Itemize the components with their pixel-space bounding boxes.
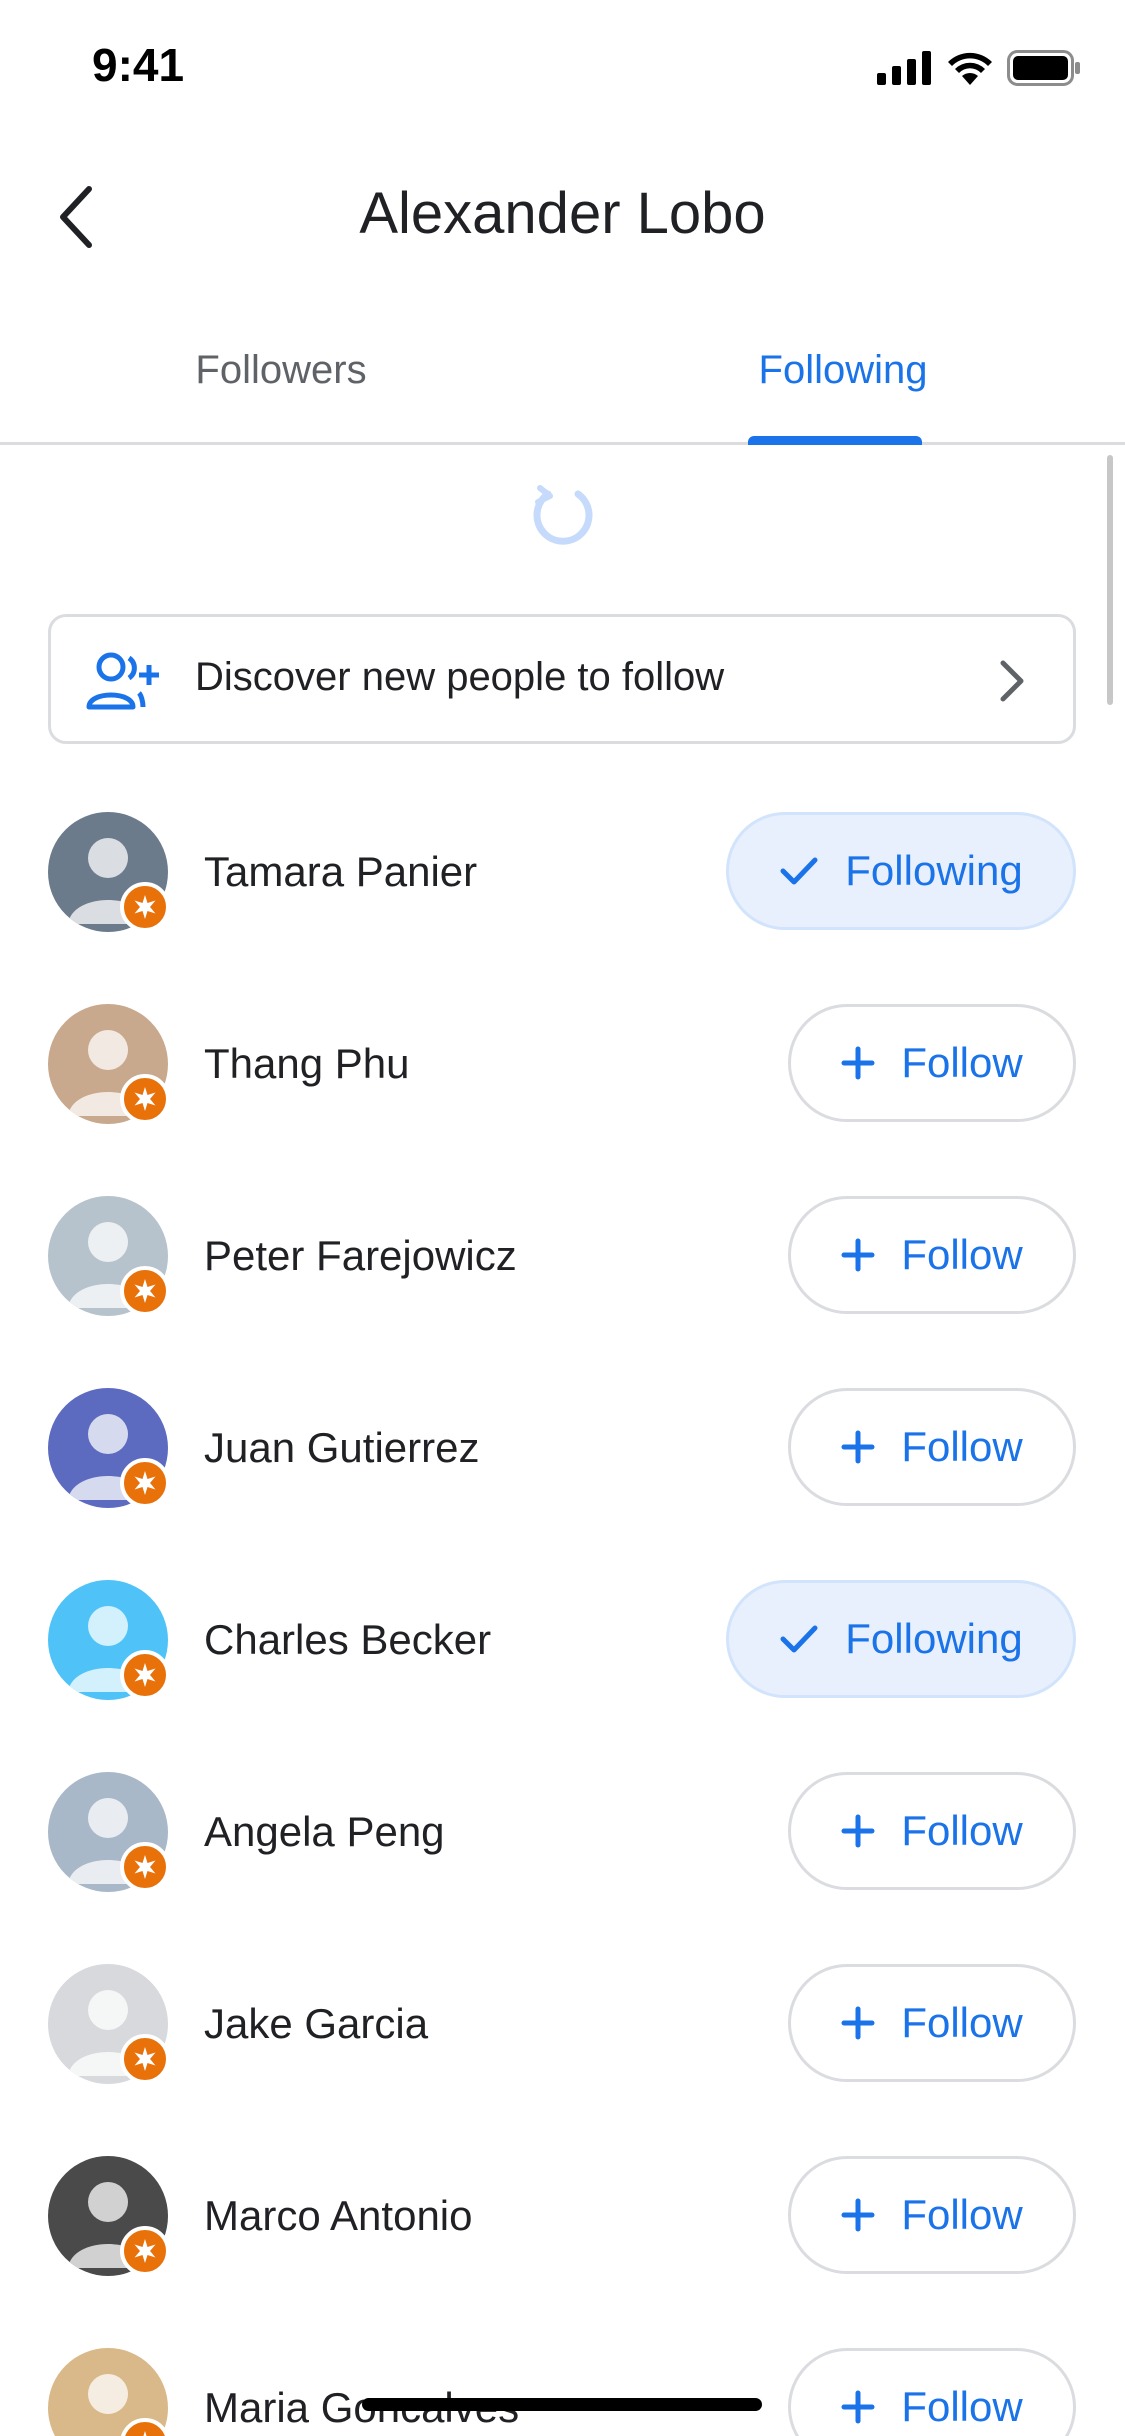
following-button[interactable]: Following <box>726 812 1076 930</box>
scrollbar[interactable] <box>1107 455 1113 705</box>
follow-button-label: Follow <box>901 1231 1023 1278</box>
person-name[interactable]: Peter Farejowicz <box>204 1232 517 1280</box>
local-guide-badge-icon <box>120 2226 170 2276</box>
person-name[interactable]: Marco Antonio <box>204 2192 473 2240</box>
follow-button[interactable]: Follow <box>788 2348 1076 2436</box>
plus-icon <box>841 2198 875 2232</box>
list-item[interactable]: Peter Farejowicz Follow <box>0 1192 1125 1322</box>
plus-icon <box>841 1814 875 1848</box>
follow-button[interactable]: Follow <box>788 1196 1076 1314</box>
discover-people-card[interactable]: Discover new people to follow <box>48 614 1076 744</box>
list-item[interactable]: Maria Goncalves Follow <box>0 2344 1125 2436</box>
status-icons <box>877 48 1081 88</box>
chevron-right-icon <box>1000 660 1024 702</box>
follow-button[interactable]: Follow <box>788 1964 1076 2082</box>
wifi-icon <box>948 52 992 85</box>
battery-icon <box>1007 50 1080 86</box>
follow-button-label: Follow <box>901 2191 1023 2238</box>
refresh-spinner-icon <box>533 485 593 545</box>
tab-followers[interactable]: Followers <box>0 330 562 442</box>
follow-button[interactable]: Follow <box>788 2156 1076 2274</box>
person-name[interactable]: Angela Peng <box>204 1808 445 1856</box>
plus-icon <box>841 1238 875 1272</box>
follow-button[interactable]: Follow <box>788 1772 1076 1890</box>
follow-button-label: Follow <box>901 1039 1023 1086</box>
local-guide-badge-icon <box>120 882 170 932</box>
add-person-icon <box>86 652 159 710</box>
person-name[interactable]: Jake Garcia <box>204 2000 428 2048</box>
local-guide-badge-icon <box>120 1842 170 1892</box>
list-item[interactable]: Jake Garcia Follow <box>0 1960 1125 2090</box>
follow-button-label: Follow <box>901 1423 1023 1470</box>
app-header: Alexander Lobo <box>0 160 1125 270</box>
tab-active-indicator <box>748 436 922 445</box>
list-item[interactable]: Charles Becker Following <box>0 1576 1125 1706</box>
home-indicator <box>362 2398 762 2411</box>
discover-label: Discover new people to follow <box>195 655 725 699</box>
plus-icon <box>841 2390 875 2424</box>
check-icon <box>780 1625 818 1653</box>
follow-button-label: Follow <box>901 1999 1023 2046</box>
cellular-signal-icon <box>877 51 931 85</box>
list-item[interactable]: Angela Peng Follow <box>0 1768 1125 1898</box>
follow-button[interactable]: Follow <box>788 1004 1076 1122</box>
follow-button-label: Follow <box>901 2383 1023 2430</box>
list-item[interactable]: Marco Antonio Follow <box>0 2152 1125 2282</box>
person-name[interactable]: Charles Becker <box>204 1616 491 1664</box>
check-icon <box>780 857 818 885</box>
follow-button-label: Follow <box>901 1807 1023 1854</box>
status-bar: 9:41 <box>0 0 1125 140</box>
list-item[interactable]: Thang Phu Follow <box>0 1000 1125 1130</box>
plus-icon <box>841 1046 875 1080</box>
local-guide-badge-icon <box>120 1074 170 1124</box>
following-button-label: Following <box>845 1615 1023 1662</box>
person-name[interactable]: Thang Phu <box>204 1040 410 1088</box>
following-button[interactable]: Following <box>726 1580 1076 1698</box>
list-item[interactable]: Tamara Panier Following <box>0 808 1125 938</box>
local-guide-badge-icon <box>120 2034 170 2084</box>
follow-button[interactable]: Follow <box>788 1388 1076 1506</box>
tab-following[interactable]: Following <box>562 330 1124 442</box>
local-guide-badge-icon <box>120 1266 170 1316</box>
plus-icon <box>841 1430 875 1464</box>
following-button-label: Following <box>845 847 1023 894</box>
person-name[interactable]: Juan Gutierrez <box>204 1424 479 1472</box>
plus-icon <box>841 2006 875 2040</box>
tab-bar: Followers Following <box>0 330 1125 445</box>
page-title: Alexander Lobo <box>359 181 766 246</box>
local-guide-badge-icon <box>120 1458 170 1508</box>
list-item[interactable]: Juan Gutierrez Follow <box>0 1384 1125 1514</box>
person-name[interactable]: Tamara Panier <box>204 848 477 896</box>
local-guide-badge-icon <box>120 1650 170 1700</box>
status-time: 9:41 <box>92 39 185 91</box>
